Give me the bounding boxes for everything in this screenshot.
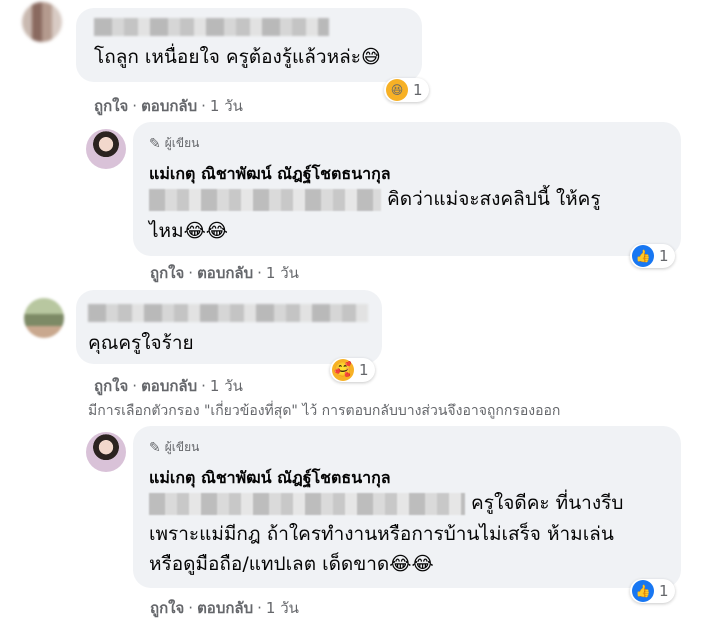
blurred-text [149,188,381,211]
reply-link[interactable]: ตอบกลับ [141,97,197,115]
comment-actions: ถูกใจ · ตอบกลับ · 1 วัน [150,264,299,282]
tears-of-joy-emoji: 😂😂 [389,553,434,575]
comment-bubble: คุณครูใจร้าย [76,290,382,364]
like-link[interactable]: ถูกใจ [94,97,128,115]
comment-actions: ถูกใจ · ตอบกลับ · 1 วัน [150,599,299,617]
like-reaction-icon: 👍 [632,245,654,267]
comment-text-line3: หรือดูมือถือ/แทปเลต เด็ดขาด😂😂 [149,553,434,575]
like-link[interactable]: ถูกใจ [150,264,184,282]
comment-bubble: ✎ ผู้เขียน แม่เกตุ ณิชาพัฒน์ ณัฎฐ์โชตธนา… [133,426,681,588]
pencil-icon: ✎ [149,439,161,456]
blurred-commenter-name[interactable] [88,304,368,322]
author-avatar[interactable] [86,432,126,472]
tears-of-joy-emoji: 😂😂 [183,220,229,242]
author-badge: ✎ ผู้เขียน [149,135,200,152]
reaction-count: 1 [359,361,369,379]
like-reaction-icon: 👍 [632,580,654,602]
comment-text: ครูใจดีคะ ที่นางรีบ [149,486,623,520]
pencil-icon: ✎ [149,135,161,152]
grinning-sweat-emoji: 😅 [360,46,381,68]
like-link[interactable]: ถูกใจ [150,599,184,617]
timestamp[interactable]: 1 วัน [210,97,243,115]
reaction-count: 1 [413,81,423,99]
reaction-count: 1 [659,582,669,600]
comment-text: โถลูก เหนื่อยใจ ครูต้องรู้แล้วหล่ะ😅 [94,46,381,68]
comment-text: คุณครูใจร้าย [88,332,194,354]
comment-bubble: โถลูก เหนื่อยใจ ครูต้องรู้แล้วหล่ะ😅 [76,8,422,82]
reply-link[interactable]: ตอบกลับ [197,599,253,617]
blurred-commenter-name[interactable] [94,18,329,36]
comment-text-line2: ไหม😂😂 [149,220,229,242]
timestamp[interactable]: 1 วัน [266,599,299,617]
blurred-text [149,492,465,515]
reaction-summary[interactable]: 👍 1 [630,579,675,603]
reply-link[interactable]: ตอบกลับ [197,264,253,282]
comment-bubble: ✎ ผู้เขียน แม่เกตุ ณิชาพัฒน์ ณัฎฐ์โชตธนา… [133,122,681,256]
avatar[interactable] [22,2,62,42]
author-avatar[interactable] [86,129,126,169]
reaction-summary[interactable]: 🥰 1 [330,358,375,382]
author-badge: ✎ ผู้เขียน [149,439,200,456]
reaction-summary[interactable]: 😆 1 [384,78,429,102]
reply-link[interactable]: ตอบกลับ [141,377,197,395]
haha-reaction-icon: 😆 [386,79,408,101]
care-reaction-icon: 🥰 [332,359,354,381]
comment-actions: ถูกใจ · ตอบกลับ · 1 วัน [94,97,243,115]
filter-notice: มีการเลือกตัวกรอง "เกี่ยวข้องที่สุด" ไว้… [88,403,561,419]
reaction-summary[interactable]: 👍 1 [630,244,675,268]
comment-actions: ถูกใจ · ตอบกลับ · 1 วัน [94,377,243,395]
timestamp[interactable]: 1 วัน [210,377,243,395]
comment-text-line2: เพราะแม่มีกฎ ถ้าใครทำงานหรือการบ้านไม่เส… [149,523,614,545]
avatar[interactable] [24,298,64,338]
reaction-count: 1 [659,247,669,265]
timestamp[interactable]: 1 วัน [266,264,299,282]
like-link[interactable]: ถูกใจ [94,377,128,395]
comment-text: คิดว่าแม่จะสงคลิปนี้ ให้ครู [149,182,601,216]
